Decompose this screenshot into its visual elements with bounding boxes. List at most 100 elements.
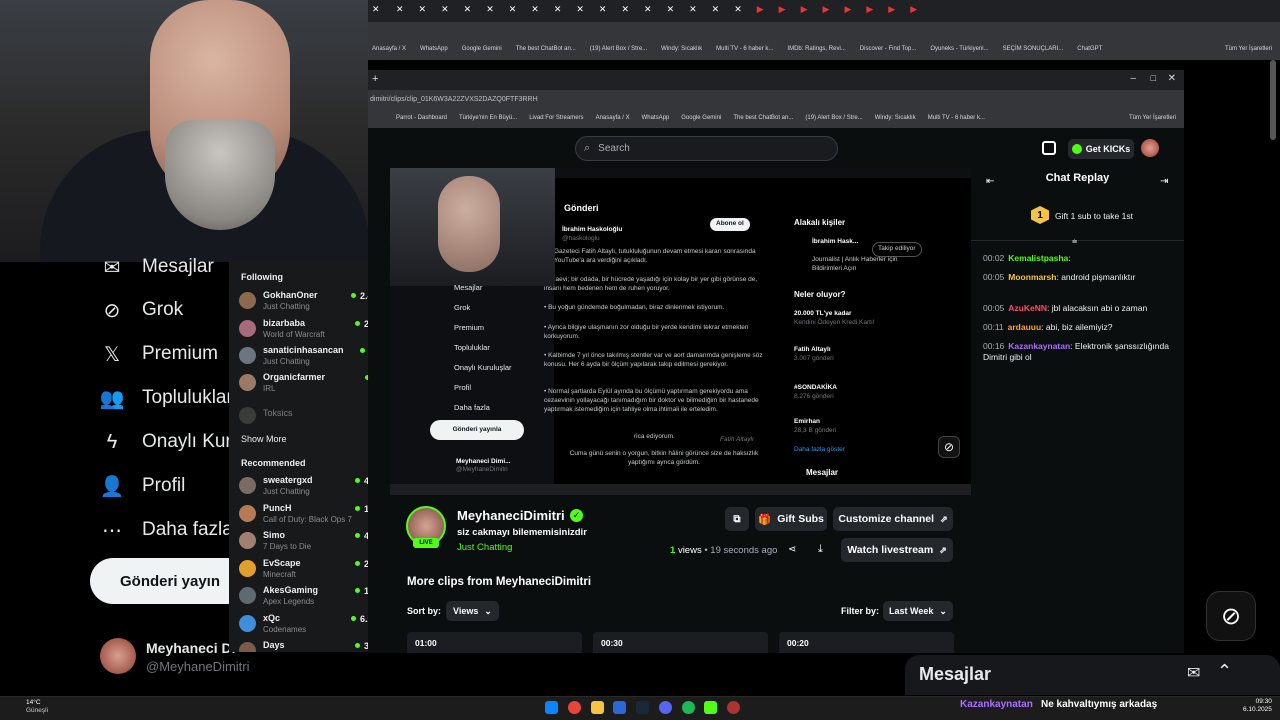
kick-drops-icon[interactable] xyxy=(1042,141,1056,155)
recommended-item[interactable]: AkesGamingApex Legends108 xyxy=(239,585,381,611)
bookmark[interactable]: Parrot - Dashboard xyxy=(396,115,447,121)
following-item[interactable]: OrganicfarmerIRL4 xyxy=(239,372,381,398)
popout-chat-icon[interactable]: ⇥ xyxy=(1160,176,1168,187)
x-tab-icon[interactable]: ✕ xyxy=(599,4,607,18)
clock[interactable]: 09:30 6.10.2025 xyxy=(1243,698,1272,715)
clip-video-player[interactable]: Gönderi İbrahim Haskoloğlu @haskologlu A… xyxy=(390,168,971,495)
avatar[interactable] xyxy=(100,638,136,674)
steam-icon[interactable] xyxy=(636,701,649,714)
bookmark[interactable]: Google Gemini xyxy=(681,115,721,121)
x-nav-grok[interactable]: ⊘ Grok xyxy=(100,298,184,322)
start-icon[interactable] xyxy=(545,701,558,714)
x-tab-icon[interactable]: ✕ xyxy=(486,4,494,18)
kick-icon[interactable] xyxy=(704,701,717,714)
x-tab-icon[interactable]: ✕ xyxy=(734,4,742,18)
recommended-item[interactable]: xQcCodenames6.2K xyxy=(239,613,381,639)
bookmark[interactable]: Anasayfa / X xyxy=(596,115,630,121)
download-icon[interactable]: ⤓ xyxy=(818,543,823,556)
x-tab-icon[interactable]: ✕ xyxy=(441,4,449,18)
category-link[interactable]: Just Chatting xyxy=(457,542,512,553)
bookmark[interactable]: Oyuneks - Türkiyeni... xyxy=(930,46,988,52)
bookmark[interactable]: (19) Alert Box / Stre... xyxy=(805,115,862,121)
youtube-tab-icon[interactable]: ▶ xyxy=(910,4,917,18)
recommended-item[interactable]: Simo7 Days to Die426 xyxy=(239,530,381,556)
x-nav-premium[interactable]: 𝕏 Premium xyxy=(100,342,218,366)
bookmark[interactable]: Discover - Find Top... xyxy=(860,46,917,52)
clip-thumbnail[interactable]: 00:20 xyxy=(779,632,954,653)
bookmark[interactable]: The best ChatBot an... xyxy=(516,46,576,52)
grok-button[interactable]: ⊘ xyxy=(1206,591,1256,641)
post-button[interactable]: Gönderi yayın xyxy=(90,558,250,604)
x-tab-icon[interactable]: ✕ xyxy=(576,4,584,18)
youtube-tab-icon[interactable]: ▶ xyxy=(823,4,830,18)
get-kicks-button[interactable]: Get KICKs xyxy=(1068,139,1134,159)
x-nav-verified[interactable]: ϟ Onaylı Kuru xyxy=(100,430,243,454)
all-bookmarks[interactable]: Tüm Yer İşaretleri xyxy=(1225,46,1272,52)
youtube-tab-icon[interactable]: ▶ xyxy=(888,4,895,18)
avatar[interactable] xyxy=(1141,139,1159,157)
bookmark[interactable]: WhatsApp xyxy=(642,115,670,121)
x-tab-icon[interactable]: ✕ xyxy=(667,4,675,18)
pinned-icon[interactable]: ⩧ xyxy=(1072,236,1077,247)
x-tab-icon[interactable]: ✕ xyxy=(396,4,404,18)
x-nav-more[interactable]: ⋯ Daha fazla xyxy=(100,518,233,542)
close-icon[interactable]: ✕ xyxy=(1168,73,1176,84)
new-tab-icon[interactable]: + xyxy=(372,73,378,85)
maximize-icon[interactable]: □ xyxy=(1151,73,1156,83)
recommended-item[interactable]: sweatergxdJust Chatting453 xyxy=(239,475,381,501)
share-clip-button[interactable]: ⧉ xyxy=(725,507,749,531)
all-bookmarks[interactable]: Tüm Yer İşaretleri xyxy=(1129,115,1176,121)
x-nav-communities[interactable]: 👥 Topluluklar xyxy=(100,386,233,410)
chrome-icon[interactable] xyxy=(568,701,581,714)
x-nav-messages[interactable]: ✉ Mesajlar xyxy=(100,255,214,279)
bookmark[interactable]: Anasayfa / X xyxy=(372,46,406,52)
bookmark[interactable]: Türkiye'nin En Büyü... xyxy=(459,115,517,121)
youtube-tab-icon[interactable]: ▶ xyxy=(801,4,808,18)
youtube-tab-icon[interactable]: ▶ xyxy=(779,4,786,18)
scrollbar[interactable] xyxy=(1270,60,1276,140)
recommended-item[interactable]: PuncHCall of Duty: Black Ops 7169 xyxy=(239,503,381,529)
x-tab-icon[interactable]: ✕ xyxy=(531,4,539,18)
discord-icon[interactable] xyxy=(659,701,672,714)
x-tab-icon[interactable]: ✕ xyxy=(464,4,472,18)
channel-name[interactable]: MeyhaneciDimitri xyxy=(457,508,565,523)
folder-icon[interactable] xyxy=(591,701,604,714)
bookmark[interactable]: ChatGPT xyxy=(1077,46,1102,52)
filter-by-select[interactable]: Last Week ⌄ xyxy=(883,601,953,621)
x-tab-icon[interactable]: ✕ xyxy=(712,4,720,18)
sort-by-select[interactable]: Views ⌄ xyxy=(446,601,499,621)
youtube-tab-icon[interactable]: ▶ xyxy=(844,4,851,18)
x-tab-icon[interactable]: ✕ xyxy=(372,4,381,14)
following-item[interactable]: bizarbabaWorld of Warcraft203 xyxy=(239,318,381,344)
youtube-tab-icon[interactable]: ▶ xyxy=(757,4,764,18)
app-icon[interactable] xyxy=(727,701,740,714)
x-tab-icon[interactable]: ✕ xyxy=(509,4,517,18)
bookmark[interactable]: IMDb: Ratings, Revi... xyxy=(787,46,845,52)
gift-subs-button[interactable]: 🎁 Gift Subs xyxy=(755,507,827,531)
bookmark[interactable]: Windy: Sıcaklık xyxy=(875,115,916,121)
weather-widget[interactable]: 14°C Güneşli xyxy=(26,699,48,715)
customize-channel-button[interactable]: Customize channel ⇗ xyxy=(833,507,953,531)
store-icon[interactable] xyxy=(613,701,626,714)
youtube-tab-icon[interactable]: ▶ xyxy=(866,4,873,18)
new-message-icon[interactable]: ✉ xyxy=(1187,663,1200,683)
share-icon[interactable]: ⋖ xyxy=(788,544,796,555)
bookmark[interactable]: Multi TV - 6 haber k... xyxy=(928,115,985,121)
x-tab-icon[interactable]: ✕ xyxy=(419,4,427,18)
bookmark[interactable]: Livad For Streamers xyxy=(529,115,583,121)
watch-livestream-button[interactable]: Watch livestream ⇗ xyxy=(841,538,953,562)
bookmark[interactable]: WhatsApp xyxy=(420,46,448,52)
offline-item[interactable]: Toksics xyxy=(239,405,381,431)
minimize-icon[interactable]: – xyxy=(1130,73,1136,84)
recommended-item[interactable]: Days383 xyxy=(239,640,381,652)
clip-thumbnail[interactable]: 00:30 xyxy=(593,632,768,653)
bookmark[interactable]: SEÇİM SONUÇLARI... xyxy=(1003,46,1064,52)
x-tab-icon[interactable]: ✕ xyxy=(621,4,629,18)
expand-up-icon[interactable]: ⌃ xyxy=(1217,661,1232,682)
bookmark[interactable]: Windy: Sıcaklık xyxy=(661,46,702,52)
bookmark[interactable]: Google Gemini xyxy=(462,46,502,52)
x-tab-icon[interactable]: ✕ xyxy=(554,4,562,18)
spotify-icon[interactable] xyxy=(682,701,695,714)
recommended-item[interactable]: EvScapeMinecraft299 xyxy=(239,558,381,584)
bookmark[interactable]: Multi TV - 6 haber k... xyxy=(716,46,773,52)
